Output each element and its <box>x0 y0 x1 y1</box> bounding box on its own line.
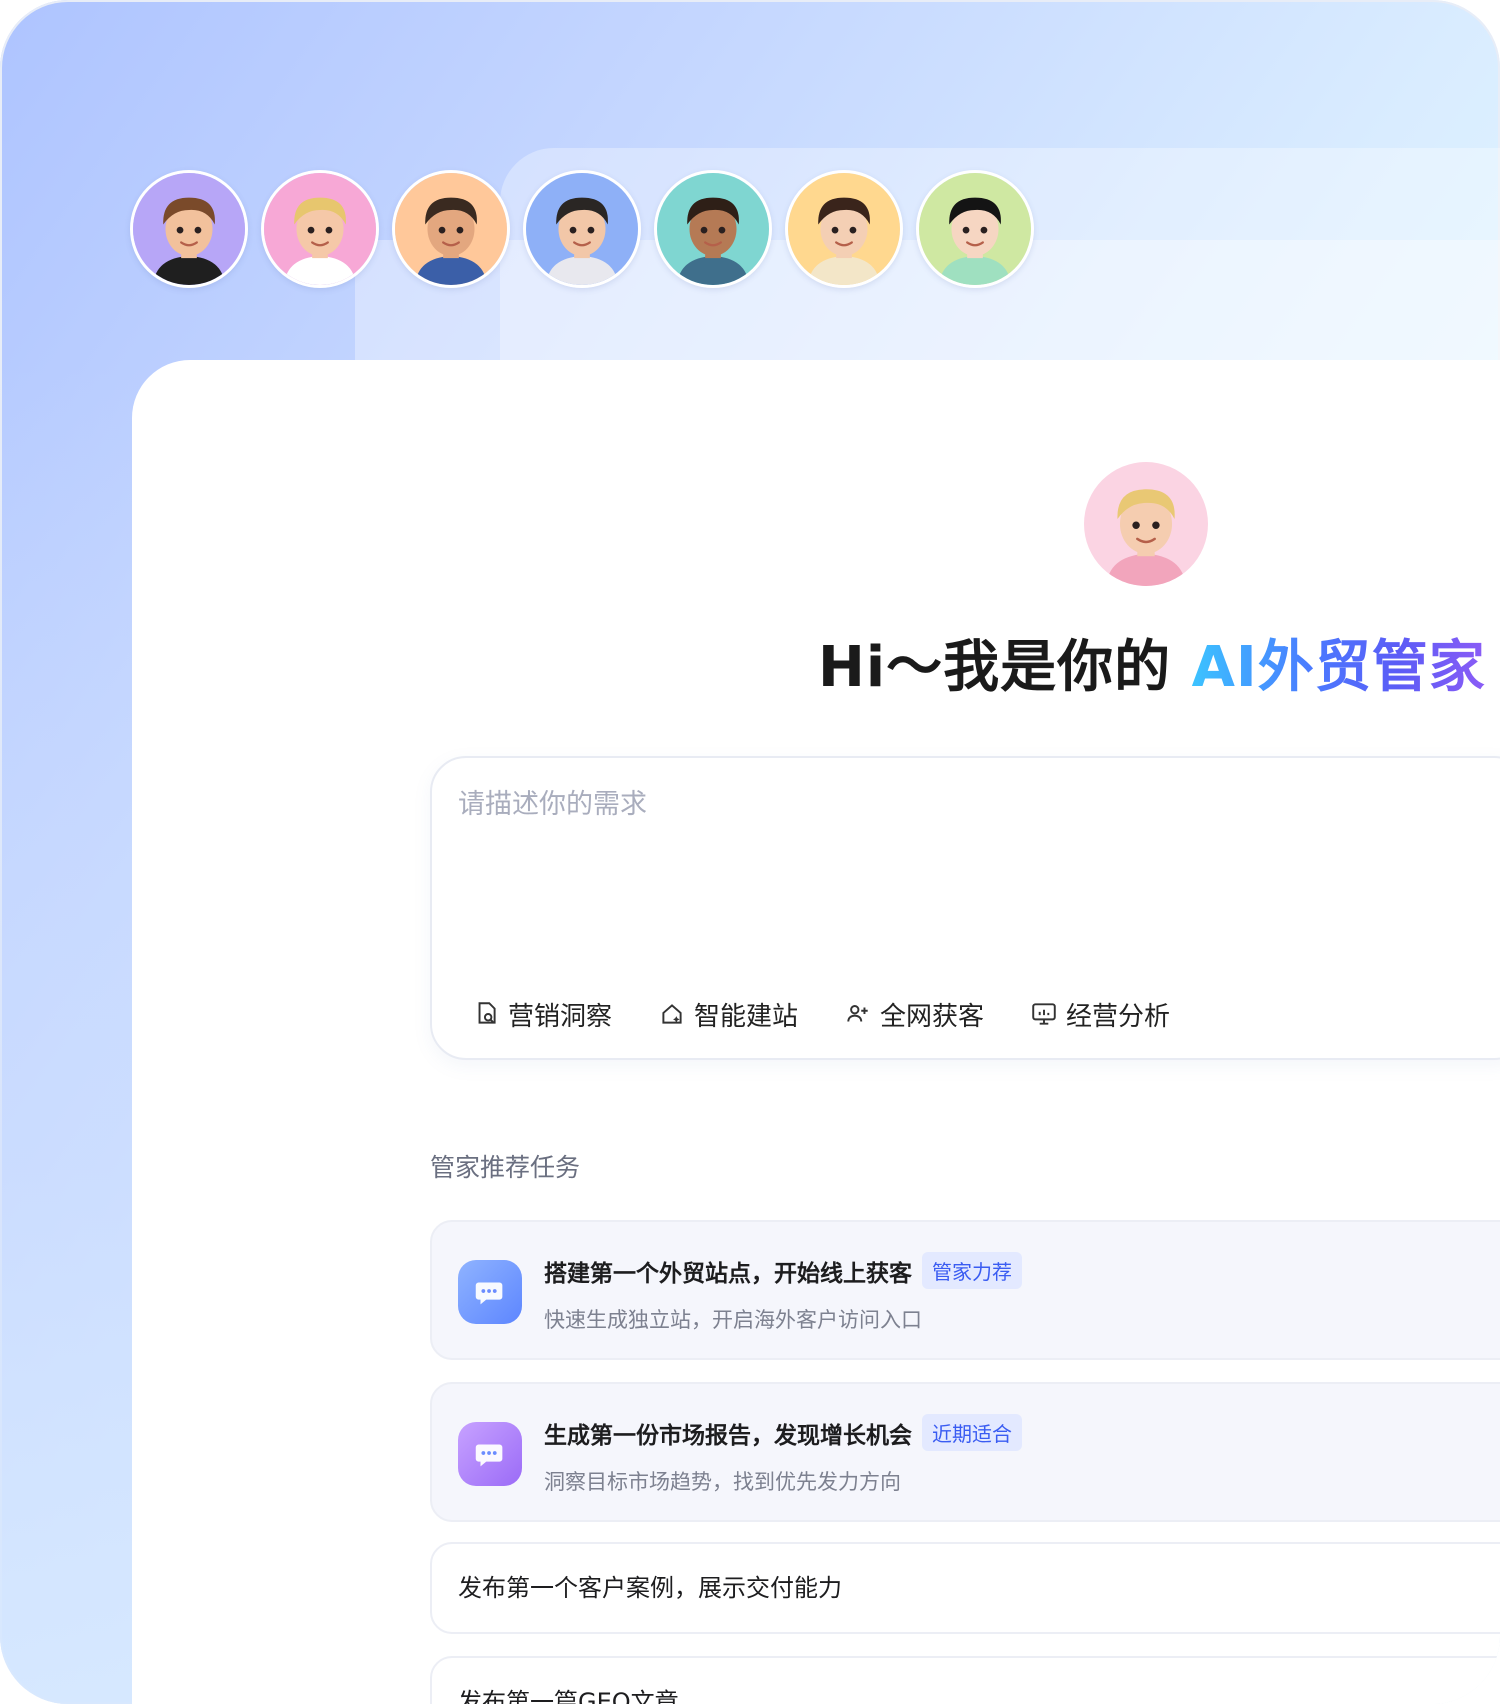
mode-label: 营销洞察 <box>508 1001 613 1032</box>
mode-label: 经营分析 <box>1066 1001 1171 1032</box>
background-glow <box>0 360 140 1704</box>
task-icon <box>458 1422 522 1486</box>
app-frame: Hi～我是你的 AI外贸管家 请描述你的需求 营销洞察 智能建站 全网获客 经营分析 … <box>0 0 1500 1704</box>
task-title-text: 搭建第一个外贸站点，开始线上获客 <box>544 1260 912 1287</box>
prompt-placeholder: 请描述你的需求 <box>458 789 647 820</box>
task-title-text: 生成第一份市场报告，发现增长机会 <box>544 1422 912 1449</box>
mode-button-2[interactable]: 智能建站 <box>658 994 798 1034</box>
task-badge: 近期适合 <box>922 1414 1022 1451</box>
task-subtitle: 快速生成独立站，开启海外客户访问入口 <box>544 1308 922 1332</box>
mode-button-1[interactable]: 营销洞察 <box>472 994 612 1034</box>
task-card[interactable]: 生成第一份市场报告，发现增长机会 近期适合 洞察目标市场趋势，找到优先发力方向 <box>430 1382 1500 1522</box>
task-card[interactable]: 发布第一篇GEO文章 <box>430 1656 1500 1704</box>
task-card[interactable]: 搭建第一个外贸站点，开始线上获客 管家力荐 快速生成独立站，开启海外客户访问入口 <box>430 1220 1500 1360</box>
task-icon <box>458 1260 522 1324</box>
document-search-icon <box>478 1002 496 1024</box>
mode-button-3[interactable]: 全网获客 <box>844 994 984 1034</box>
task-title: 搭建第一个外贸站点，开始线上获客 管家力荐 <box>544 1252 1022 1289</box>
avatar-4[interactable] <box>523 170 641 288</box>
mode-label: 全网获客 <box>880 1001 985 1032</box>
assistant-avatar <box>1084 462 1208 586</box>
avatar-1[interactable] <box>130 170 248 288</box>
task-card[interactable]: 发布第一个客户案例，展示交付能力 <box>430 1542 1500 1634</box>
avatar-7[interactable] <box>916 170 1034 288</box>
task-title: 发布第一篇GEO文章 <box>458 1688 679 1704</box>
avatar-3[interactable] <box>392 170 510 288</box>
chat-bubble-icon <box>475 1444 503 1467</box>
monitor-chart-icon <box>1032 1003 1056 1025</box>
section-title: 管家推荐任务 <box>430 1153 581 1182</box>
task-subtitle: 洞察目标市场趋势，找到优先发力方向 <box>544 1470 901 1494</box>
task-title: 生成第一份市场报告，发现增长机会 近期适合 <box>544 1414 1022 1451</box>
home-sparkle-icon <box>662 1004 682 1024</box>
prompt-input[interactable]: 请描述你的需求 营销洞察 智能建站 全网获客 经营分析 <box>430 756 1500 1060</box>
chat-bubble-icon <box>475 1282 503 1305</box>
add-users-icon <box>847 1005 868 1022</box>
avatar-2[interactable] <box>261 170 379 288</box>
mode-button-4[interactable]: 经营分析 <box>1030 994 1170 1034</box>
avatar-6[interactable] <box>785 170 903 288</box>
task-title: 发布第一个客户案例，展示交付能力 <box>458 1574 842 1602</box>
title-prefix: Hi～我是你的 <box>818 635 1192 700</box>
mode-label: 智能建站 <box>694 1001 799 1032</box>
title-accent: AI外贸管家 <box>1191 635 1486 700</box>
task-badge: 管家力荐 <box>922 1252 1022 1289</box>
avatar-5[interactable] <box>654 170 772 288</box>
page-title: Hi～我是你的 AI外贸管家 <box>818 628 1500 708</box>
